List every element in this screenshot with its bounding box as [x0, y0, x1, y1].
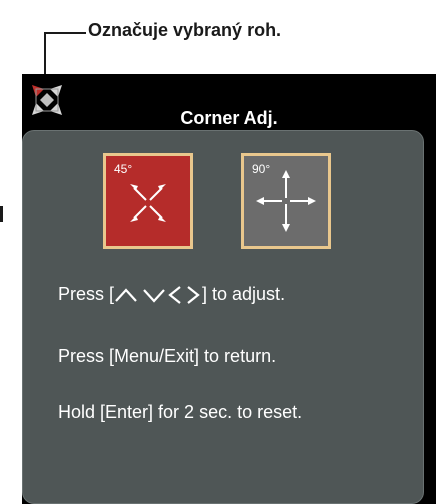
- adjust-suffix: ] to adjust.: [202, 284, 286, 304]
- cross-arrows-icon: [256, 170, 316, 232]
- reset-instruction: Hold [Enter] for 2 sec. to reset.: [58, 402, 303, 422]
- adjust-prefix: Press [: [58, 284, 115, 304]
- return-instruction: Press [Menu/Exit] to return.: [58, 346, 277, 366]
- edge-marker: [0, 206, 3, 222]
- mode-90-tile[interactable]: 90°: [241, 153, 331, 249]
- osd-title: Corner Adj.: [180, 108, 278, 128]
- callout-leader-horizontal: [44, 32, 86, 34]
- adjust-instruction: Press [ ] to adjust.: [58, 284, 285, 306]
- diagonal-arrows-icon: [130, 184, 166, 222]
- callout-label: Označuje vybraný roh.: [88, 20, 282, 40]
- corner-adj-panel: [22, 130, 424, 504]
- arrow-keys-icon: [115, 286, 200, 305]
- mode-45-tile[interactable]: 45°: [103, 153, 193, 249]
- callout-leader-vertical: [44, 32, 46, 76]
